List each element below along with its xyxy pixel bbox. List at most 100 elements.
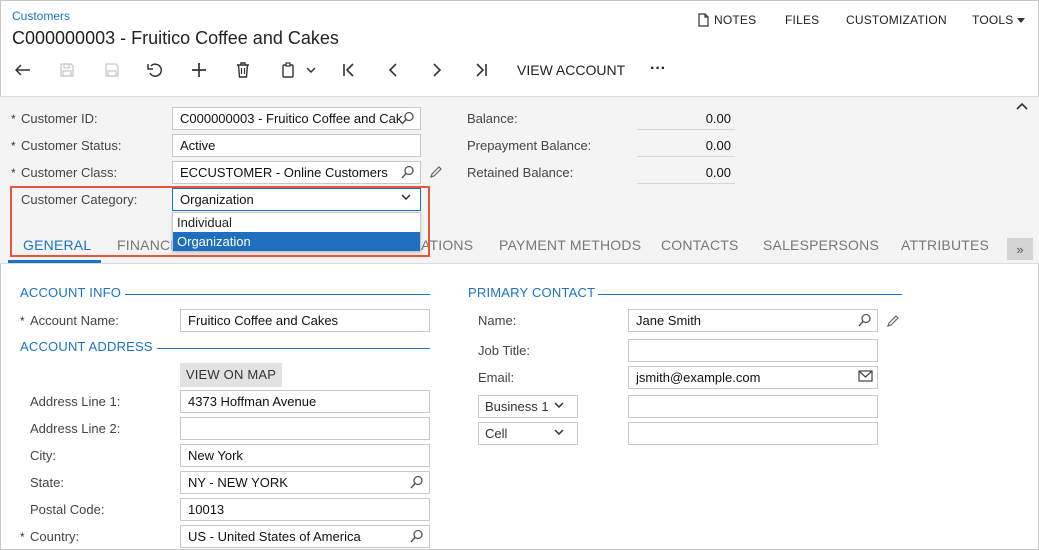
tab-payment-methods[interactable]: PAYMENT METHODS — [499, 237, 641, 253]
back-icon[interactable] — [12, 60, 34, 80]
postal-code-value: 10013 — [188, 502, 225, 517]
search-icon[interactable] — [401, 165, 416, 180]
undo-icon[interactable] — [144, 60, 166, 80]
city-value: New York — [188, 448, 243, 463]
email-field[interactable]: jsmith@example.com — [628, 366, 878, 389]
annotation-highlight-box — [10, 186, 430, 257]
balance-label: Balance: — [467, 111, 518, 126]
country-label: Country: — [20, 529, 79, 544]
retained-balance-value: 0.00 — [637, 162, 735, 184]
view-on-map-button[interactable]: VIEW ON MAP — [180, 363, 282, 387]
add-icon[interactable] — [188, 60, 210, 80]
prepayment-balance-label: Prepayment Balance: — [467, 138, 592, 153]
copy-paste-menu[interactable] — [277, 60, 319, 80]
caret-down-icon — [1017, 17, 1026, 23]
state-value: NY - NEW YORK — [188, 475, 288, 490]
address-line2-label: Address Line 2: — [30, 421, 121, 436]
retained-balance-label: Retained Balance: — [467, 165, 574, 180]
email-label: Email: — [478, 370, 515, 385]
email-value: jsmith@example.com — [636, 370, 761, 385]
page-title: C000000003 - Fruitico Coffee and Cakes — [12, 28, 339, 48]
address-line1-label: Address Line 1: — [30, 394, 121, 409]
account-name-field[interactable]: Fruitico Coffee and Cakes — [180, 309, 430, 332]
country-value: US - United States of America — [188, 529, 361, 544]
chevron-down-icon — [305, 67, 316, 73]
section-divider — [598, 294, 902, 295]
tabs-divider — [0, 263, 1039, 264]
address-line1-field[interactable]: 4373 Hoffman Avenue — [180, 390, 430, 413]
contact-name-field[interactable]: Jane Smith — [628, 309, 878, 332]
delete-icon[interactable] — [232, 60, 254, 80]
tools-button[interactable]: TOOLS — [972, 13, 1026, 27]
tab-attributes[interactable]: ATTRIBUTES — [901, 237, 989, 253]
clipboard-icon — [281, 62, 297, 78]
last-record-icon[interactable] — [470, 60, 492, 80]
chevron-down-icon — [554, 429, 569, 444]
contact-name-label: Name: — [478, 313, 517, 328]
tools-label: TOOLS — [972, 13, 1014, 27]
breadcrumb-customers[interactable]: Customers — [12, 9, 70, 23]
notes-button[interactable]: NOTES — [697, 13, 756, 27]
account-info-title: ACCOUNT INFO — [20, 285, 122, 300]
search-icon[interactable] — [858, 313, 873, 328]
search-icon[interactable] — [410, 475, 425, 490]
contact-name-value: Jane Smith — [636, 313, 702, 328]
phone1-type-select[interactable]: Business 1 — [478, 395, 578, 418]
account-address-title: ACCOUNT ADDRESS — [20, 339, 153, 354]
balance-value: 0.00 — [637, 108, 735, 130]
customer-id-value: C000000003 - Fruitico Coffee and Cak — [180, 111, 403, 126]
next-record-icon[interactable] — [426, 60, 448, 80]
customer-status-select[interactable]: Active — [172, 134, 421, 157]
prepayment-balance-value: 0.00 — [637, 135, 735, 157]
postal-code-label: Postal Code: — [30, 502, 105, 517]
search-icon[interactable] — [410, 529, 425, 544]
address-line1-value: 4373 Hoffman Avenue — [188, 394, 317, 409]
customization-button[interactable]: CUSTOMIZATION — [846, 13, 947, 27]
search-icon[interactable] — [401, 111, 416, 126]
more-tabs-button[interactable]: » — [1007, 238, 1033, 260]
app-frame — [0, 0, 1039, 550]
postal-code-field[interactable]: 10013 — [180, 498, 430, 521]
phone2-type-value: Cell — [485, 426, 508, 441]
customer-class-value: ECCUSTOMER - Online Customers — [180, 165, 388, 180]
edit-pencil-icon[interactable] — [429, 165, 443, 179]
customer-status-label: Customer Status: — [11, 138, 121, 153]
section-divider — [157, 348, 430, 349]
save-icon[interactable] — [101, 60, 123, 80]
customer-class-label: Customer Class: — [11, 165, 117, 180]
chevron-down-icon — [554, 402, 569, 417]
tab-contacts[interactable]: CONTACTS — [661, 237, 739, 253]
previous-record-icon[interactable] — [382, 60, 404, 80]
more-actions-button[interactable]: ··· — [650, 60, 666, 78]
section-divider — [125, 294, 430, 295]
customer-class-field[interactable]: ECCUSTOMER - Online Customers — [172, 161, 421, 184]
country-field[interactable]: US - United States of America — [180, 525, 430, 548]
address-line2-field[interactable] — [180, 417, 430, 440]
first-record-icon[interactable] — [338, 60, 360, 80]
account-name-label: Account Name: — [20, 313, 119, 328]
note-icon — [697, 13, 710, 27]
customer-id-label: Customer ID: — [11, 111, 98, 126]
customer-status-value: Active — [180, 138, 216, 153]
save-close-icon[interactable] — [56, 60, 78, 80]
job-title-label: Job Title: — [478, 343, 531, 358]
collapse-icon[interactable] — [1016, 102, 1028, 110]
phone2-type-select[interactable]: Cell — [478, 422, 578, 445]
city-field[interactable]: New York — [180, 444, 430, 467]
edit-pencil-icon[interactable] — [886, 314, 900, 328]
tab-salespersons[interactable]: SALESPERSONS — [763, 237, 879, 253]
account-name-value: Fruitico Coffee and Cakes — [188, 313, 339, 328]
state-label: State: — [30, 475, 64, 490]
city-label: City: — [30, 448, 56, 463]
notes-label: NOTES — [714, 13, 757, 27]
job-title-field[interactable] — [628, 339, 878, 362]
phone1-field[interactable] — [628, 395, 878, 418]
mail-icon[interactable] — [858, 370, 873, 385]
phone2-field[interactable] — [628, 422, 878, 445]
files-button[interactable]: FILES — [785, 13, 819, 27]
phone1-type-value: Business 1 — [485, 399, 549, 414]
view-account-button[interactable]: VIEW ACCOUNT — [517, 62, 625, 78]
state-field[interactable]: NY - NEW YORK — [180, 471, 430, 494]
primary-contact-title: PRIMARY CONTACT — [468, 285, 596, 300]
customer-id-field[interactable]: C000000003 - Fruitico Coffee and Cak — [172, 107, 421, 130]
